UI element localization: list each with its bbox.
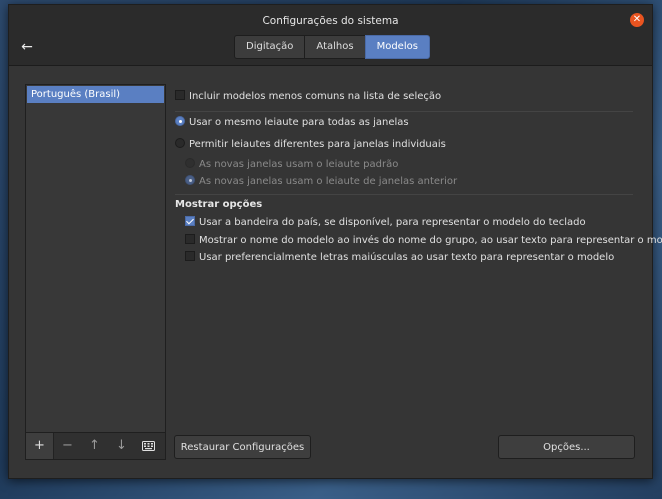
remove-button[interactable]: − [54, 433, 81, 459]
arrow-down-icon: ↓ [116, 438, 127, 453]
list-item-portugues-brasil[interactable]: Português (Brasil) [27, 86, 164, 103]
tab-modelos[interactable]: Modelos [364, 35, 430, 59]
same-layout-option[interactable]: Usar o mesmo leiaute para todas as janel… [175, 116, 409, 130]
new-windows-previous-option[interactable]: As novas janelas usam o leiaute de janel… [185, 175, 457, 189]
new-windows-default-radio[interactable] [185, 158, 195, 168]
keyboard-icon [142, 440, 155, 451]
tab-digitacao[interactable]: Digitação [234, 35, 306, 59]
minus-icon: − [62, 438, 73, 453]
tab-bar: Digitação Atalhos Modelos [234, 35, 430, 59]
close-button[interactable]: ✕ [630, 13, 644, 27]
settings-window: Configurações do sistema ✕ ← Digitação A… [8, 4, 662, 479]
add-button[interactable]: + [26, 433, 54, 459]
tab-atalhos[interactable]: Atalhos [304, 35, 366, 59]
layout-list: Português (Brasil) + − ↑ ↓ [25, 84, 166, 460]
include-less-common-checkbox[interactable] [175, 90, 185, 100]
new-windows-default-option[interactable]: As novas janelas usam o leiaute padrão [185, 158, 398, 172]
arrow-up-icon: ↑ [89, 438, 100, 453]
show-options-heading: Mostrar opções [175, 199, 263, 210]
move-up-button[interactable]: ↑ [81, 433, 108, 459]
options-button[interactable]: Opções... [498, 435, 635, 459]
uppercase-checkbox[interactable] [185, 251, 195, 261]
restore-settings-button[interactable]: Restaurar Configurações [174, 435, 311, 459]
uppercase-option[interactable]: Usar preferencialmente letras maiúsculas… [185, 251, 614, 265]
window-title: Configurações do sistema [262, 15, 399, 27]
include-less-common-option[interactable]: Incluir modelos menos comuns na lista de… [175, 90, 441, 104]
flag-option[interactable]: Usar a bandeira do país, se disponível, … [185, 216, 586, 230]
divider [175, 111, 633, 112]
flag-checkbox[interactable] [185, 216, 195, 226]
model-name-option[interactable]: Mostrar o nome do modelo ao invés do nom… [185, 234, 662, 248]
different-layouts-option[interactable]: Permitir leiautes diferentes para janela… [175, 138, 446, 152]
show-keyboard-button[interactable] [135, 433, 162, 459]
new-windows-previous-radio[interactable] [185, 175, 195, 185]
same-layout-radio[interactable] [175, 116, 185, 126]
back-arrow-icon: ← [21, 39, 33, 55]
model-name-checkbox[interactable] [185, 234, 195, 244]
move-down-button[interactable]: ↓ [108, 433, 135, 459]
titlebar: Configurações do sistema ✕ ← Digitação A… [9, 5, 652, 66]
close-icon: ✕ [632, 14, 642, 25]
different-layouts-radio[interactable] [175, 138, 185, 148]
back-button[interactable]: ← [18, 39, 36, 55]
list-toolbar: + − ↑ ↓ [26, 432, 165, 459]
divider [175, 194, 633, 195]
plus-icon: + [34, 438, 45, 453]
